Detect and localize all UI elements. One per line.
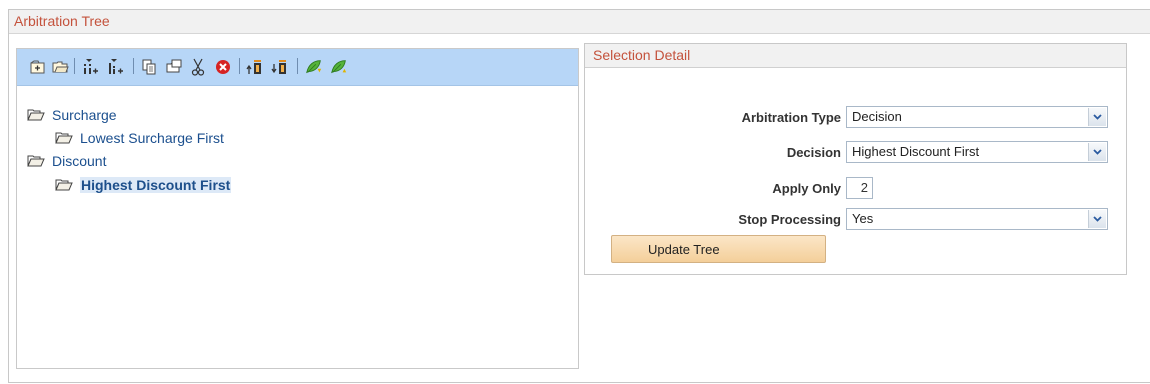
frame-title: Arbitration Tree	[9, 10, 1150, 34]
open-folder-icon	[55, 179, 73, 191]
move-up-icon[interactable]	[246, 58, 264, 76]
toolbar-separator	[74, 58, 75, 74]
add-child-folder-icon[interactable]	[51, 58, 69, 76]
collapse-leaf-icon[interactable]	[330, 58, 348, 76]
chevron-down-icon[interactable]	[1088, 210, 1106, 228]
decision-row: Decision Highest Discount First	[585, 141, 1126, 163]
chevron-down-icon[interactable]	[1088, 143, 1106, 161]
expand-leaf-icon[interactable]	[305, 58, 323, 76]
move-down-icon[interactable]	[271, 58, 289, 76]
tree-node-lowest-surcharge-first[interactable]: Lowest Surcharge First	[55, 130, 224, 146]
decision-select[interactable]: Highest Discount First	[846, 141, 1108, 163]
open-folder-icon	[27, 109, 45, 121]
stop-processing-label: Stop Processing	[738, 211, 841, 227]
update-tree-button[interactable]: Update Tree	[611, 235, 826, 263]
tree-panel: Surcharge Lowest Surcharge First Discoun…	[16, 48, 579, 369]
delete-icon[interactable]	[214, 58, 232, 76]
tree-node-label: Highest Discount First	[80, 177, 232, 193]
open-folder-icon	[27, 155, 45, 167]
toolbar-separator	[297, 58, 298, 74]
toolbar-separator	[239, 58, 240, 74]
tree-node-discount[interactable]: Discount	[27, 153, 106, 169]
arbitration-type-row: Arbitration Type Decision	[585, 106, 1126, 128]
decision-label: Decision	[786, 144, 841, 160]
insert-sibling-node-icon[interactable]	[81, 58, 99, 76]
open-folder-icon	[55, 132, 73, 144]
stop-processing-value: Yes	[852, 211, 874, 226]
arbitration-type-label: Arbitration Type	[741, 109, 841, 125]
tree-node-surcharge[interactable]: Surcharge	[27, 107, 117, 123]
copy-icon[interactable]	[140, 58, 158, 76]
toolbar-separator	[133, 58, 134, 74]
decision-value: Highest Discount First	[852, 144, 980, 159]
selection-detail-title: Selection Detail	[585, 44, 1126, 68]
apply-only-input[interactable]: 2	[846, 177, 873, 199]
stop-processing-select[interactable]: Yes	[846, 208, 1108, 230]
tree-view: Surcharge Lowest Surcharge First Discoun…	[17, 86, 578, 368]
tree-node-label: Discount	[52, 153, 107, 169]
tree-node-label: Surcharge	[52, 107, 117, 123]
arbitration-type-value: Decision	[852, 109, 902, 124]
arbitration-type-select[interactable]: Decision	[846, 106, 1108, 128]
apply-only-label: Apply Only	[772, 181, 841, 196]
tree-toolbar	[17, 49, 578, 86]
insert-child-node-icon[interactable]	[106, 58, 124, 76]
apply-only-row: Apply Only 2	[585, 177, 1126, 199]
stop-processing-row: Stop Processing Yes	[585, 208, 1126, 230]
cut-icon[interactable]	[189, 58, 207, 76]
tree-node-highest-discount-first[interactable]: Highest Discount First	[55, 177, 232, 193]
paste-icon[interactable]	[165, 58, 183, 76]
tree-node-label: Lowest Surcharge First	[80, 130, 224, 146]
selection-detail-panel: Selection Detail Arbitration Type Decisi…	[584, 43, 1127, 275]
chevron-down-icon[interactable]	[1088, 108, 1106, 126]
add-sibling-folder-icon[interactable]	[29, 58, 47, 76]
